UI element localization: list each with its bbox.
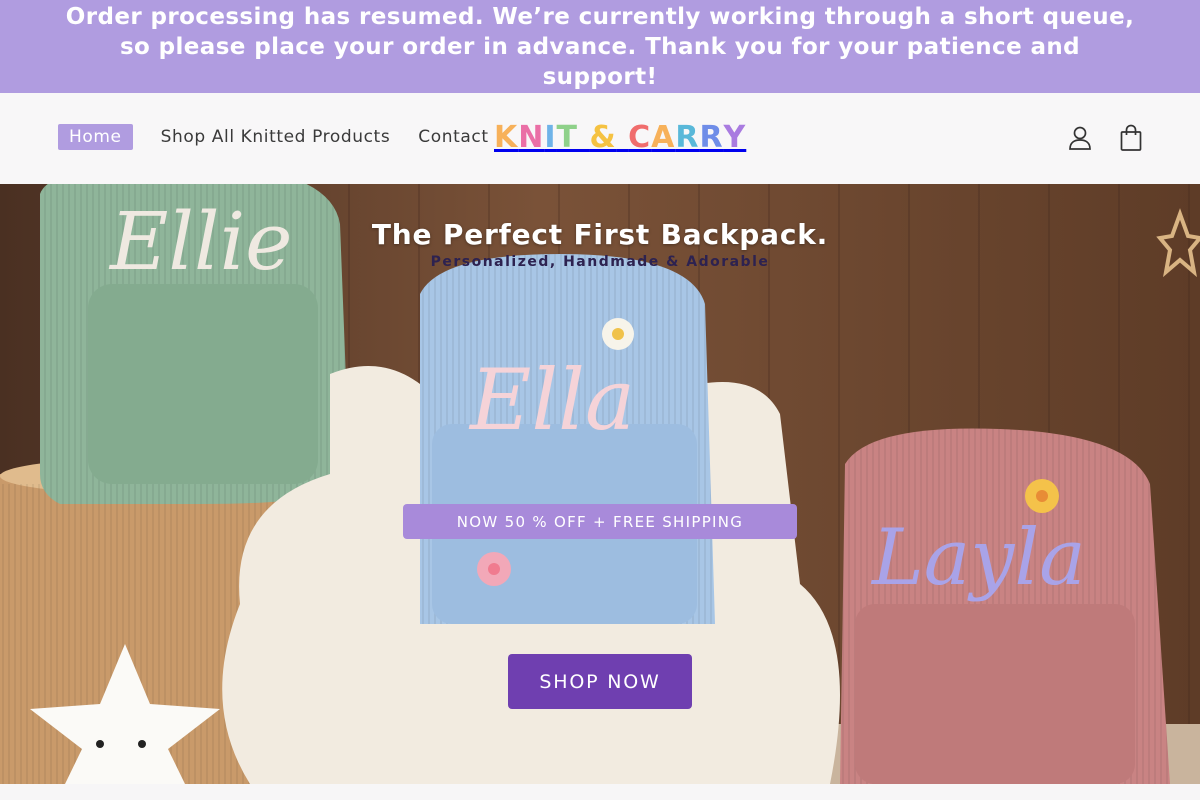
announcement-bar: Order processing has resumed. We’re curr… [0, 0, 1200, 93]
nav-home[interactable]: Home [58, 124, 133, 150]
logo-letter [617, 120, 628, 155]
svg-text:Ella: Ella [468, 351, 635, 449]
logo-letter: N [518, 120, 545, 155]
hero-title: The Perfect First Backpack. [371, 218, 829, 251]
logo-letter: R [675, 120, 700, 155]
site-header: Home Shop All Knitted Products Contact K… [0, 93, 1200, 184]
nav-shop-all[interactable]: Shop All Knitted Products [161, 127, 391, 147]
logo-letter: Y [723, 120, 747, 155]
logo-letter: R [699, 120, 724, 155]
hero-banner: Ellie Ella Layla The Perfect First Backp… [0, 184, 1200, 784]
svg-text:Layla: Layla [870, 513, 1086, 603]
announcement-text: Order processing has resumed. We’re curr… [65, 3, 1135, 90]
logo-letter: T [556, 120, 578, 155]
promo-banner: NOW 50 % OFF + FREE SHIPPING [403, 504, 797, 539]
logo-letter: K [494, 120, 519, 155]
page-bottom-strip [0, 784, 1200, 800]
logo-letter [578, 120, 589, 155]
logo-letter: C [628, 120, 652, 155]
nav-contact[interactable]: Contact [418, 127, 488, 147]
site-logo[interactable]: KNIT & CARRY [494, 120, 746, 155]
logo-letter: I [544, 120, 557, 155]
shop-now-button[interactable]: SHOP NOW [508, 654, 692, 709]
main-nav: Home Shop All Knitted Products Contact [58, 124, 489, 150]
account-icon[interactable] [1066, 123, 1094, 153]
logo-letter: A [651, 120, 676, 155]
hero-subtitle: Personalized, Handmade & Adorable [430, 254, 770, 270]
shopping-bag-icon[interactable] [1117, 123, 1145, 153]
logo-letter: & [589, 120, 617, 155]
